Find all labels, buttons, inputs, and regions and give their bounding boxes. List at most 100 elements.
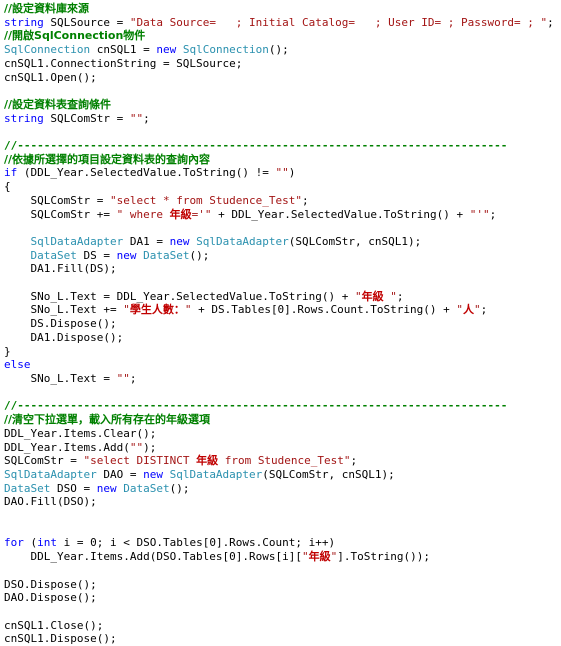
code-token-plain: SNo_L.Text = DDL_Year.SelectedValue.ToSt… xyxy=(4,289,355,303)
code-line: SQLComStr = "select DISTINCT 年級 from Stu… xyxy=(4,454,561,468)
code-line: SQLComStr += " where 年級='" + DDL_Year.Se… xyxy=(4,208,561,222)
code-token-plain: } xyxy=(4,344,11,358)
code-token-plain: SQLSource = xyxy=(43,15,130,29)
code-token-comment: //依據所選擇的項目設定資料表的查詢內容 xyxy=(4,152,211,166)
code-token-string: "select * from Studence_Test" xyxy=(109,193,303,207)
code-token-plain: cnSQL1.Open(); xyxy=(4,70,97,84)
code-token-plain: + DS.Tables[0].Rows.Count.ToString() + xyxy=(191,303,457,317)
code-token-plain: ; xyxy=(396,289,404,303)
code-line: SNo_L.Text += "學生人數：" + DS.Tables[0].Row… xyxy=(4,303,561,317)
code-token-plain: SQLComStr = xyxy=(4,193,110,207)
code-token-plain: DDL_Year.Items.Add( xyxy=(4,440,130,454)
code-listing[interactable]: //設定資料庫來源 string SQLSource = "Data Source… xyxy=(0,0,561,646)
code-token-string: "'" xyxy=(469,207,490,221)
code-token-plain: i = 0; i < DSO.Tables[0].Rows.Count; i++… xyxy=(57,536,336,550)
code-token-comment: //開啟SqlConnection物件 xyxy=(4,29,146,43)
code-line: DataSet DS = new DataSet(); xyxy=(4,249,561,263)
code-token-keyword: else xyxy=(4,358,31,372)
code-token-plain: ; xyxy=(350,454,358,468)
code-token-plain: DDL_Year.Items.Clear(); xyxy=(4,426,157,440)
code-token-plain: { xyxy=(4,180,11,194)
code-line: SNo_L.Text = ""; xyxy=(4,372,561,386)
code-token-plain: + DDL_Year.SelectedValue.ToString() + xyxy=(211,207,470,221)
code-token-comment: //--------------------------------------… xyxy=(4,139,508,153)
code-line: DataSet DSO = new DataSet(); xyxy=(4,482,561,496)
code-token-plain: cnSQL1.ConnectionString = SQLSource; xyxy=(4,56,243,70)
code-line: SQLComStr = "select * from Studence_Test… xyxy=(4,194,561,208)
code-token-plain: SQLComStr = xyxy=(43,111,130,125)
code-token-string: "" xyxy=(275,166,289,180)
code-line: string SQLComStr = ""; xyxy=(4,112,561,126)
code-token-string: ='" xyxy=(191,207,212,221)
code-token-cjkstr: 年級 xyxy=(169,207,192,221)
code-line: //清空下拉選單，載入所有存在的年級選項 xyxy=(4,413,561,427)
code-token-type: DataSet xyxy=(30,248,77,262)
code-line: //--------------------------------------… xyxy=(4,399,561,413)
code-line: cnSQL1.Close(); xyxy=(4,619,561,633)
code-line: DDL_Year.Items.Clear(); xyxy=(4,427,561,441)
code-token-type: SqlConnection xyxy=(4,43,91,57)
code-token-comment: //設定資料表查詢條件 xyxy=(4,97,112,111)
code-token-string: "" xyxy=(129,111,144,125)
code-line: cnSQL1.Dispose(); xyxy=(4,632,561,646)
code-line: SqlConnection cnSQL1 = new SqlConnection… xyxy=(4,43,561,57)
code-token-plain: ) xyxy=(288,166,296,180)
code-line: //開啟SqlConnection物件 xyxy=(4,29,561,43)
code-token-keyword: string xyxy=(4,111,44,125)
code-token-plain: ; xyxy=(129,371,137,385)
code-token-type: SqlDataAdapter xyxy=(4,467,97,481)
code-token-plain: (SQLComStr, cnSQL1); xyxy=(262,467,395,481)
code-token-string: " xyxy=(474,303,481,317)
code-token-plain: ; xyxy=(143,111,150,125)
code-token-string: " xyxy=(456,303,463,317)
code-line: DS.Dispose(); xyxy=(4,317,561,331)
code-token-keyword: new xyxy=(156,43,177,57)
code-line: DA1.Dispose(); xyxy=(4,331,561,345)
code-token-plain: (); xyxy=(169,481,190,495)
code-token-string: "" xyxy=(129,440,144,454)
code-token-string: " where xyxy=(116,207,170,221)
code-token-string: " xyxy=(123,303,130,317)
code-token-cjkstr: 人 xyxy=(463,303,474,317)
code-token-plain: (); xyxy=(189,248,210,262)
code-token-plain: cnSQL1.Dispose(); xyxy=(4,632,117,646)
code-token-plain: DSO.Dispose(); xyxy=(4,577,97,591)
code-token-keyword: if xyxy=(4,166,18,180)
code-token-plain: DAO.Fill(DSO); xyxy=(4,495,97,509)
code-token-plain: SQLComStr = xyxy=(4,454,84,468)
code-token-keyword: new xyxy=(169,234,190,248)
code-line: DDL_Year.Items.Add(DSO.Tables[0].Rows[i]… xyxy=(4,550,561,564)
code-line: DAO.Dispose(); xyxy=(4,591,561,605)
code-token-plain: (SQLComStr, cnSQL1); xyxy=(288,234,422,248)
code-token-comment: //清空下拉選單，載入所有存在的年級選項 xyxy=(4,413,211,427)
code-token-type: DataSet xyxy=(123,481,170,495)
code-token-type: DataSet xyxy=(4,481,51,495)
code-line: SqlDataAdapter DAO = new SqlDataAdapter(… xyxy=(4,468,561,482)
code-token-plain: DSO = xyxy=(50,481,97,495)
code-line: cnSQL1.Open(); xyxy=(4,71,561,85)
code-line: SqlDataAdapter DA1 = new SqlDataAdapter(… xyxy=(4,235,561,249)
code-token-plain: SNo_L.Text = xyxy=(4,371,117,385)
code-token-type: SqlDataAdapter xyxy=(30,234,124,248)
code-token-plain: DA1 = xyxy=(123,234,170,248)
code-token-cjkstr: 年級 xyxy=(361,289,384,303)
code-token-type: SqlDataAdapter xyxy=(196,234,289,248)
code-token-plain: DA1.Dispose(); xyxy=(4,330,124,344)
code-line: //--------------------------------------… xyxy=(4,139,561,153)
code-token-plain: DAO = xyxy=(96,467,144,481)
code-token-keyword: new xyxy=(143,467,163,481)
code-token-plain: ); xyxy=(143,440,157,454)
code-token-string: "select DISTINCT xyxy=(83,454,197,468)
code-token-keyword: new xyxy=(96,481,117,495)
code-token-plain: DS = xyxy=(76,248,117,262)
code-token-keyword: string xyxy=(4,15,44,29)
code-line: DDL_Year.Items.Add(""); xyxy=(4,441,561,455)
code-token-plain: cnSQL1 = xyxy=(90,43,157,57)
code-token-plain: SNo_L.Text += xyxy=(4,303,124,317)
code-line: //設定資料表查詢條件 xyxy=(4,98,561,112)
